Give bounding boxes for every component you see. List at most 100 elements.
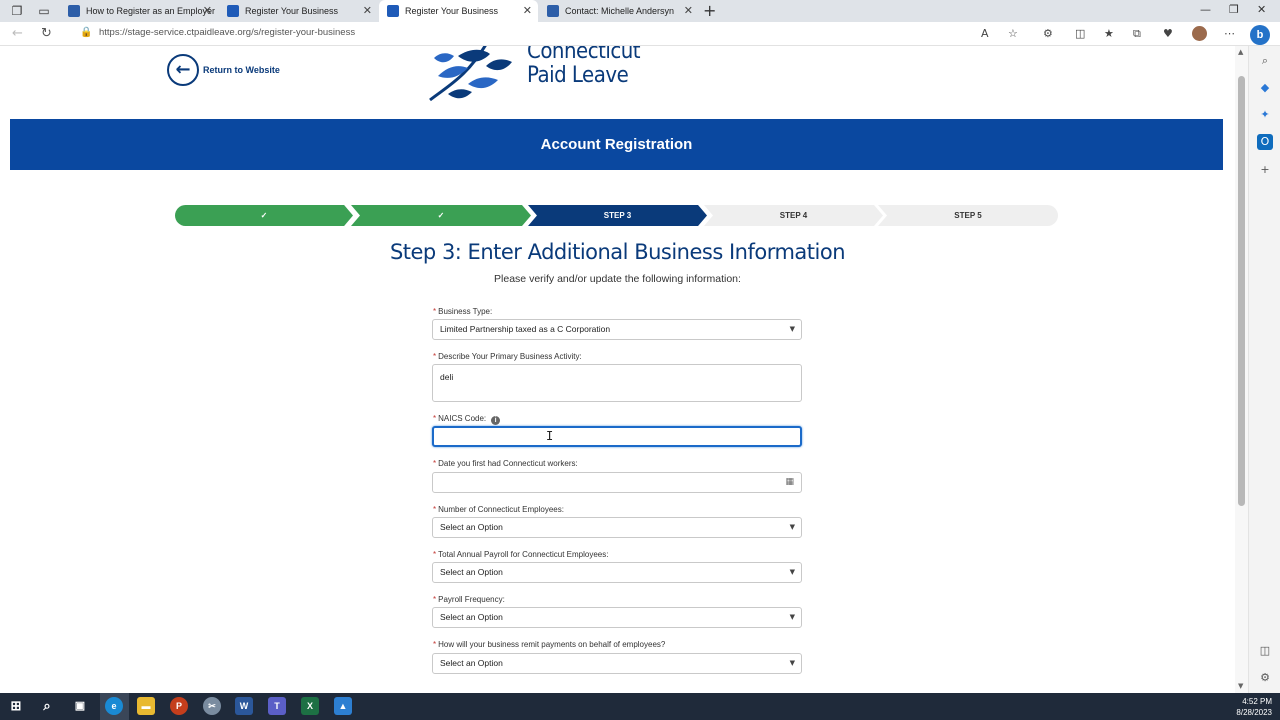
back-arrow-icon: ← [167,54,199,86]
shopping-tag-icon[interactable]: ◆ [1257,80,1273,96]
logo-wordmark: Connecticut Paid Leave [527,46,641,88]
excel-icon[interactable]: X [301,697,319,715]
snipping-tool-icon[interactable]: ✂ [203,697,221,715]
date-first-workers-label-text: Date you first had Connecticut workers: [438,459,578,468]
close-tab-icon[interactable]: ✕ [363,0,372,22]
back-icon[interactable]: ← [12,26,23,41]
required-marker: * [433,640,437,649]
checkmark-icon: ✓ [260,211,268,220]
search-icon[interactable]: ⌕ [1257,53,1273,69]
chevron-down-icon: ▼ [789,613,795,621]
business-activity-label: * Describe Your Primary Business Activity… [433,352,582,361]
search-icon[interactable]: ⌕ [38,697,56,715]
extensions-icon[interactable]: ⚙ [1043,27,1053,40]
scroll-up-icon[interactable]: ▲ [1238,48,1243,56]
annual-payroll-value: Select an Option [440,567,503,577]
required-marker: * [433,505,437,514]
page-scrollbar[interactable]: ▲ ▼ [1235,46,1248,693]
favorite-star-icon[interactable]: ☆ [1008,27,1018,40]
word-icon[interactable]: W [235,697,253,715]
step-label: STEP 4 [779,211,808,220]
browser-tab-3[interactable]: Register Your Business ✕ [379,0,538,22]
clock-date: 8/28/2023 [1236,708,1272,717]
remit-payments-label: * How will your business remit payments o… [433,640,665,649]
chevron-down-icon: ▼ [789,325,795,333]
edge-browser-icon[interactable]: e [105,697,123,715]
teams-icon[interactable]: T [268,697,286,715]
remit-payments-label-text: How will your business remit payments on… [438,640,666,649]
browser-tab-2[interactable]: Register Your Business ✕ [219,0,378,22]
hide-sidebar-icon[interactable]: ◫ [1257,643,1273,659]
naics-code-input[interactable] [432,426,802,447]
ct-paid-leave-logo-icon [428,46,518,102]
browser-tab-label: How to Register as an Employer [86,6,216,16]
task-view-icon[interactable]: ▣ [71,697,89,715]
file-explorer-icon[interactable]: ▬ [137,697,155,715]
favorites-icon[interactable]: ★ [1104,27,1114,40]
remit-payments-select[interactable]: Select an Option ▼ [432,653,802,674]
required-marker: * [433,550,437,559]
browser-tab-1[interactable]: How to Register as an Employer ✕ [60,0,218,22]
profile-avatar[interactable] [1192,26,1207,41]
step-5-pending: STEP 5 [878,205,1058,226]
add-sidebar-app-icon[interactable]: + [1257,162,1273,178]
required-marker: * [433,307,437,316]
scroll-down-icon[interactable]: ▼ [1238,682,1243,690]
step-label: STEP 3 [603,211,632,220]
account-registration-banner: Account Registration [10,119,1223,170]
naics-code-label-text: NAICS Code: [438,414,487,423]
num-employees-select[interactable]: Select an Option ▼ [432,517,802,538]
calendar-icon[interactable]: ▦ [785,473,794,492]
restore-icon[interactable]: ❐ [1229,3,1239,16]
annual-payroll-label-text: Total Annual Payroll for Connecticut Emp… [438,550,609,559]
required-marker: * [433,595,437,604]
browser-tab-4[interactable]: Contact: Michelle Andersyn ✕ [539,0,699,22]
close-tab-icon[interactable]: ✕ [684,0,693,22]
browser-sidebar: ⌕ ◆ ✦ O + ◫ ⚙ [1248,46,1280,693]
business-activity-textarea[interactable]: deli [432,364,802,402]
powerpoint-icon[interactable]: P [170,697,188,715]
text-cursor-icon: I [546,429,554,443]
num-employees-label-text: Number of Connecticut Employees: [438,505,564,514]
browser-tab-label: Contact: Michelle Andersyn [565,6,675,16]
refresh-icon[interactable]: ↻ [41,26,52,41]
scroll-thumb[interactable] [1238,76,1245,506]
new-tab-icon[interactable]: + [703,1,716,20]
date-first-workers-input[interactable]: ▦ [432,472,802,493]
step-3-current: STEP 3 [528,205,707,226]
bing-chat-icon[interactable]: b [1250,25,1270,45]
close-tab-icon[interactable]: ✕ [523,0,532,22]
payroll-frequency-select[interactable]: Select an Option ▼ [432,607,802,628]
collections-icon[interactable]: ⧉ [1133,27,1141,41]
info-icon[interactable]: i [491,416,501,425]
num-employees-value: Select an Option [440,522,503,532]
split-screen-icon[interactable]: ◫ [1075,27,1085,40]
read-aloud-icon[interactable]: A [981,27,989,40]
system-clock[interactable]: 4:52 PM 8/28/2023 [1236,696,1272,718]
page-title: Step 3: Enter Additional Business Inform… [389,240,846,264]
business-type-select[interactable]: Limited Partnership taxed as a C Corpora… [432,319,802,340]
tab-actions-icon[interactable]: ▭ [36,3,52,19]
site-favicon-icon [227,5,239,17]
url-field[interactable]: https://stage-service.ctpaidleave.org/s/… [99,27,355,38]
progress-stepper: ✓ ✓ STEP 3 STEP 4 STEP 5 [175,205,1058,226]
tools-icon[interactable]: ✦ [1257,107,1273,123]
windows-start-icon[interactable]: ⊞ [7,697,25,715]
sidebar-settings-gear-icon[interactable]: ⚙ [1257,670,1273,686]
step-label: STEP 5 [954,211,982,220]
required-marker: * [433,414,437,423]
more-options-icon[interactable]: ⋯ [1224,27,1235,40]
browser-tab-label: Register Your Business [405,6,499,16]
outlook-icon[interactable]: O [1257,134,1273,150]
browser-essentials-icon[interactable]: ♥ [1163,27,1173,40]
photos-icon[interactable]: ▲ [334,697,352,715]
close-window-icon[interactable]: ✕ [1257,3,1266,16]
workspaces-icon[interactable]: ❐ [9,3,25,19]
logo-line-1: Connecticut [527,46,641,64]
close-tab-icon[interactable]: ✕ [203,0,212,22]
business-type-value: Limited Partnership taxed as a C Corpora… [440,324,611,334]
site-favicon-icon [387,5,399,17]
minimize-icon[interactable]: — [1200,3,1211,16]
lock-icon[interactable]: 🔒 [80,27,92,38]
annual-payroll-select[interactable]: Select an Option ▼ [432,562,802,583]
